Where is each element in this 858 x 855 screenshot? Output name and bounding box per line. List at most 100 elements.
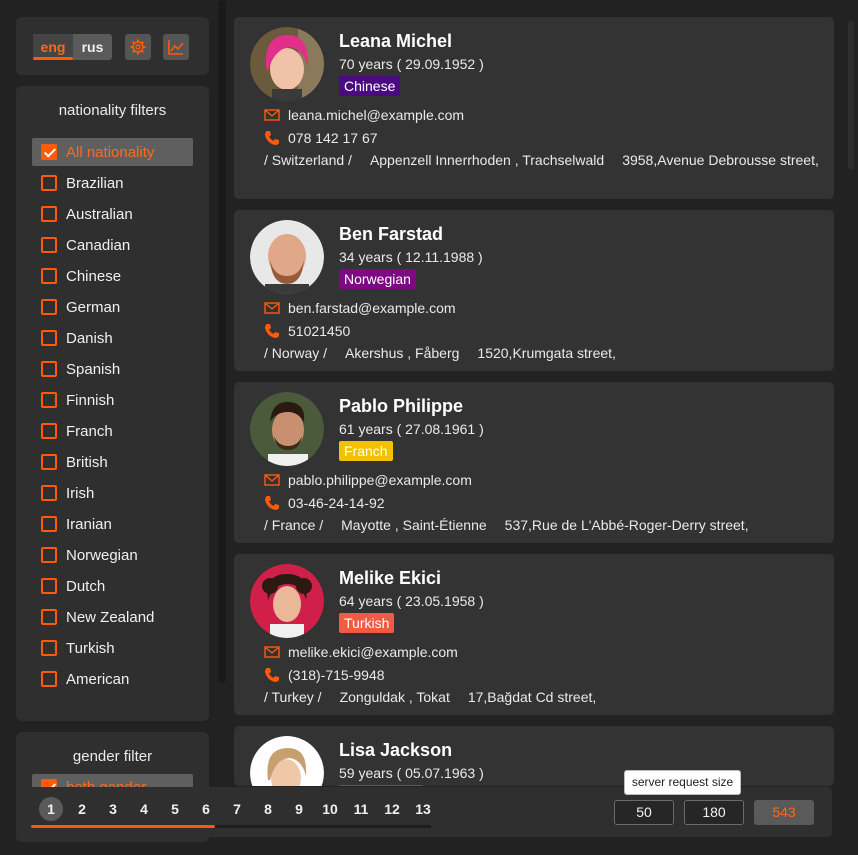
checkbox[interactable] — [41, 361, 57, 377]
user-card[interactable]: Pablo Philippe 61 years ( 27.08.1961 ) Fra… — [234, 382, 834, 543]
page-button[interactable]: 6 — [194, 797, 218, 821]
nationality-badge: Turkish — [339, 613, 395, 633]
nationality-badge: Chinese — [339, 76, 401, 96]
checkbox[interactable] — [41, 516, 57, 532]
language-rus-button[interactable]: rus — [73, 34, 112, 60]
page-button[interactable]: 4 — [132, 797, 156, 821]
settings-button[interactable] — [125, 34, 151, 60]
sidebar-scrollbar[interactable] — [218, 0, 226, 683]
nationality-option[interactable]: Danish — [32, 324, 193, 352]
nationality-option[interactable]: Irish — [32, 479, 193, 507]
phone-row[interactable]: 03-46-24-14-92 — [264, 495, 385, 511]
user-card[interactable]: Leana Michel 70 years ( 29.09.1952 ) Chine… — [234, 17, 834, 199]
language-panel: eng rus — [16, 17, 209, 75]
user-email[interactable]: melike.ekici@example.com — [288, 644, 458, 660]
page-button[interactable]: 1 — [39, 797, 63, 821]
user-card[interactable]: Melike Ekici 64 years ( 23.05.1958 ) Turki… — [234, 554, 834, 715]
nationality-option[interactable]: Franch — [32, 417, 193, 445]
user-phone[interactable]: 078 142 17 67 — [288, 130, 378, 146]
pagination-scroll-thumb[interactable] — [31, 825, 215, 828]
nationality-option[interactable]: Spanish — [32, 355, 193, 383]
language-toggle: eng rus — [33, 34, 112, 60]
page-button[interactable]: 7 — [225, 797, 249, 821]
nationality-option-label: Chinese — [66, 267, 122, 285]
nationality-option-label: New Zealand — [66, 608, 155, 626]
nationality-option-label: Finnish — [66, 391, 115, 409]
nationality-option[interactable]: German — [32, 293, 193, 321]
nationality-option[interactable]: Chinese — [32, 262, 193, 290]
phone-row[interactable]: (318)-715-9948 — [264, 667, 385, 683]
email-row[interactable]: pablo.philippe@example.com — [264, 472, 472, 488]
checkbox[interactable] — [41, 423, 57, 439]
user-phone[interactable]: 03-46-24-14-92 — [288, 495, 385, 511]
page-button[interactable]: 10 — [318, 797, 342, 821]
address-row: / Norway / Akershus , Fåberg 1520,Krumgata… — [264, 345, 634, 361]
phone-row[interactable]: 078 142 17 67 — [264, 130, 378, 146]
phone-row[interactable]: 51021450 — [264, 323, 350, 339]
page-button[interactable]: 5 — [163, 797, 187, 821]
checkbox[interactable] — [41, 330, 57, 346]
user-age: 70 years ( 29.09.1952 ) — [339, 56, 484, 72]
envelope-icon — [264, 300, 282, 316]
checkbox[interactable] — [41, 485, 57, 501]
nationality-option[interactable]: New Zealand — [32, 603, 193, 631]
checkbox[interactable] — [41, 206, 57, 222]
address-row: / Turkey / Zonguldak , Tokat 17,Bağdat Cd … — [264, 689, 614, 705]
page-button[interactable]: 11 — [349, 797, 373, 821]
checkbox[interactable] — [41, 144, 57, 160]
request-size-button[interactable]: 543 — [754, 800, 814, 825]
address-row: / France / Mayotte , Saint-Étienne 537,Rue… — [264, 517, 767, 533]
user-name: Leana Michel — [339, 31, 453, 51]
page-button[interactable]: 12 — [380, 797, 404, 821]
checkbox[interactable] — [41, 671, 57, 687]
email-row[interactable]: leana.michel@example.com — [264, 107, 464, 123]
checkbox[interactable] — [41, 237, 57, 253]
nationality-option[interactable]: Turkish — [32, 634, 193, 662]
user-phone[interactable]: (318)-715-9948 — [288, 667, 385, 683]
nationality-option-label: Spanish — [66, 360, 121, 378]
nationality-option[interactable]: Finnish — [32, 386, 193, 414]
request-size-button[interactable]: 50 — [614, 800, 674, 825]
user-age: 59 years ( 05.07.1963 ) — [339, 765, 484, 781]
checkbox[interactable] — [41, 640, 57, 656]
page-button[interactable]: 2 — [70, 797, 94, 821]
page-button[interactable]: 3 — [101, 797, 125, 821]
nationality-option-label: British — [66, 453, 108, 471]
page-button[interactable]: 13 — [411, 797, 435, 821]
nationality-option[interactable]: Dutch — [32, 572, 193, 600]
user-card[interactable]: Lisa Jackson 59 years ( 05.07.1963 ) — [234, 726, 834, 786]
nationality-option[interactable]: Norwegian — [32, 541, 193, 569]
email-row[interactable]: ben.farstad@example.com — [264, 300, 456, 316]
checkbox[interactable] — [41, 299, 57, 315]
nationality-option-label: American — [66, 670, 130, 688]
checkbox[interactable] — [41, 268, 57, 284]
nationality-option[interactable]: Canadian — [32, 231, 193, 259]
user-street: 3958,Avenue Debrousse street, — [622, 152, 819, 168]
user-name: Ben Farstad — [339, 224, 444, 244]
checkbox[interactable] — [41, 175, 57, 191]
user-email[interactable]: ben.farstad@example.com — [288, 300, 456, 316]
user-phone[interactable]: 51021450 — [288, 323, 350, 339]
page-button[interactable]: 9 — [287, 797, 311, 821]
page-button[interactable]: 8 — [256, 797, 280, 821]
checkbox[interactable] — [41, 392, 57, 408]
nationality-option[interactable]: All nationality — [32, 138, 193, 166]
user-name: Lisa Jackson — [339, 740, 453, 760]
nationality-option[interactable]: Australian — [32, 200, 193, 228]
checkbox[interactable] — [41, 547, 57, 563]
main-scrollbar[interactable] — [848, 20, 854, 170]
user-email[interactable]: pablo.philippe@example.com — [288, 472, 472, 488]
nationality-option[interactable]: Iranian — [32, 510, 193, 538]
checkbox[interactable] — [41, 454, 57, 470]
nationality-option[interactable]: British — [32, 448, 193, 476]
nationality-option[interactable]: Brazilian — [32, 169, 193, 197]
nationality-option-label: German — [66, 298, 121, 316]
user-card[interactable]: Ben Farstad 34 years ( 12.11.1988 ) Norweg… — [234, 210, 834, 371]
stats-button[interactable] — [163, 34, 189, 60]
checkbox[interactable] — [41, 609, 57, 625]
user-email[interactable]: leana.michel@example.com — [288, 107, 464, 123]
nationality-option[interactable]: American — [32, 665, 193, 693]
checkbox[interactable] — [41, 578, 57, 594]
request-size-button[interactable]: 180 — [684, 800, 744, 825]
email-row[interactable]: melike.ekici@example.com — [264, 644, 458, 660]
